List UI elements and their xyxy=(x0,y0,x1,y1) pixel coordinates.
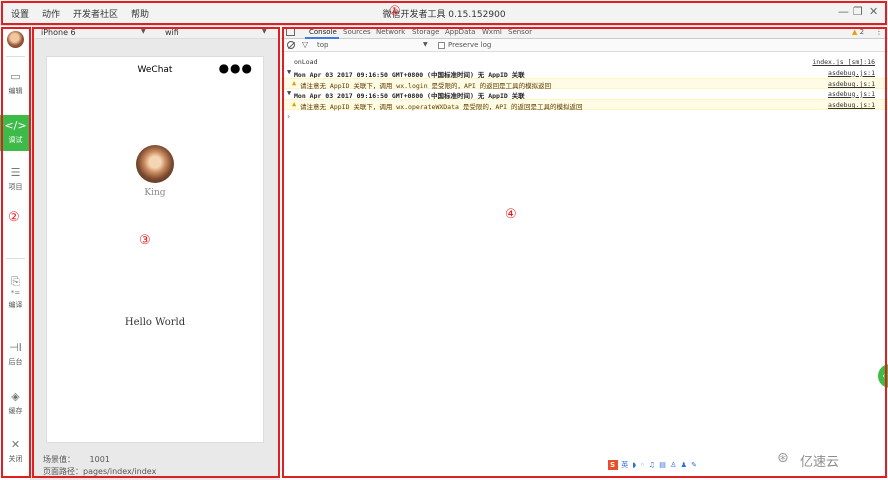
toolbar-project[interactable]: ☰ 项目 xyxy=(0,162,31,198)
toolbar-divider xyxy=(6,56,25,57)
toolbar-background[interactable]: ⊣I 后台 xyxy=(0,337,31,373)
simulator-info: 场景值： 1001 页面路径：pages/index/index xyxy=(43,454,156,478)
annotation-marker-3: ③ xyxy=(139,233,151,248)
console-source-link[interactable]: asdebug.js:1 xyxy=(828,90,875,98)
toolbar-close[interactable]: ✕ 关闭 xyxy=(0,434,31,470)
preserve-log-checkbox[interactable] xyxy=(438,42,445,49)
annotation-marker-2: ② xyxy=(8,210,20,225)
simulator-topbar: iPhone 6 ▼ wifi ▼ xyxy=(31,26,280,39)
watermark-text: 亿速云 xyxy=(800,455,840,470)
close-icon: ✕ xyxy=(10,438,21,451)
menu-icon: ☰ xyxy=(10,166,21,179)
console-message: Mon Apr 03 2017 09:16:50 GMT+0800 (中国标准时… xyxy=(294,70,525,79)
chevron-down-icon[interactable]: ▼ xyxy=(262,28,267,35)
console-row[interactable]: ▼ Mon Apr 03 2017 09:16:50 GMT+0800 (中国标… xyxy=(281,89,888,100)
warning-icon: ▲ xyxy=(292,79,297,87)
device-select[interactable]: iPhone 6 xyxy=(41,28,76,37)
toolbar-debug-label: 调试 xyxy=(8,136,23,144)
expand-triangle-icon[interactable]: ▼ xyxy=(287,89,291,97)
filter-icon[interactable]: ▽ xyxy=(302,40,308,49)
simulator-panel: iPhone 6 ▼ wifi ▼ WeChat ●●● King Hello … xyxy=(31,26,280,480)
preserve-log-label: Preserve log xyxy=(448,41,492,49)
context-select[interactable]: top xyxy=(317,41,328,49)
tab-sources[interactable]: Sources xyxy=(343,28,371,36)
tab-sensor[interactable]: Sensor xyxy=(508,28,532,36)
toolbar-cache[interactable]: ◈ 缓存 xyxy=(0,386,31,422)
warning-counter[interactable]: ▲ 2 xyxy=(852,28,864,36)
console-message: onLoad xyxy=(294,58,318,66)
chevron-down-icon[interactable]: ▼ xyxy=(141,28,146,35)
toolbar-cache-label: 缓存 xyxy=(8,407,23,415)
restore-icon[interactable]: ❐ xyxy=(853,5,863,18)
tab-storage[interactable]: Storage xyxy=(412,28,439,36)
title-bar: 设置 动作 开发者社区 帮助 微信开发者工具 0.15.152900 — ❐ ✕ xyxy=(0,0,888,26)
toolbar-edit-label: 编辑 xyxy=(8,87,23,95)
ime-tools[interactable]: 英 ◗ ◦ ♫ ▤ ♙ ♟ ✎ xyxy=(621,461,698,469)
toolbar-edit[interactable]: ▭ 编辑 xyxy=(0,66,31,102)
toolbar-compile[interactable]: ⎘ *= 编译 xyxy=(0,271,31,315)
path-line: 页面路径：pages/index/index xyxy=(43,466,156,478)
warning-icon: ▲ xyxy=(852,28,858,36)
console-row: ▲ 请注意无 AppID 关联下，调用 wx.login 是受限的，API 的返… xyxy=(281,78,888,90)
path-value: pages/index/index xyxy=(83,467,157,476)
phone-screen: WeChat ●●● King Hello World xyxy=(46,56,264,443)
left-toolbar: ▭ 编辑 </> 调试 ☰ 项目 ⎘ *= 编译 ⊣I 后台 ◈ 缓存 ✕ 关闭 xyxy=(0,26,31,480)
chevron-down-icon[interactable]: ▼ xyxy=(423,41,428,48)
toolbar-compile-label: 编译 xyxy=(8,301,23,309)
toolbar-background-label: 后台 xyxy=(8,358,23,366)
toolbar-project-label: 项目 xyxy=(8,183,23,191)
toolbar-debug[interactable]: </> 调试 xyxy=(0,115,31,151)
inspect-icon[interactable] xyxy=(286,28,295,36)
more-icon[interactable]: ●●● xyxy=(219,61,253,75)
tab-wxml[interactable]: Wxml xyxy=(482,28,502,36)
compile-mode-icon[interactable]: *= xyxy=(0,289,31,298)
console-source-link[interactable]: asdebug.js:1 xyxy=(828,80,875,88)
console-source-link[interactable]: index.js [sm]:16 xyxy=(812,58,875,66)
compile-icon: ⎘ xyxy=(11,275,20,288)
more-vertical-icon[interactable]: ⋮ xyxy=(875,27,883,36)
console-filter-bar: ▽ top ▼ Preserve log xyxy=(281,39,888,52)
warning-count: 2 xyxy=(859,28,865,36)
console-row[interactable]: ▼ Mon Apr 03 2017 09:16:50 GMT+0800 (中国标… xyxy=(281,68,888,79)
devtools-panel: Console Sources Network Storage AppData … xyxy=(281,26,888,480)
app-title: 微信开发者工具 0.15.152900 xyxy=(382,10,506,20)
console-source-link[interactable]: asdebug.js:1 xyxy=(828,69,875,77)
close-window-icon[interactable]: ✕ xyxy=(869,5,878,18)
scene-label: 场景值： xyxy=(43,455,75,464)
annotation-marker-4: ④ xyxy=(505,207,517,222)
console-source-link[interactable]: asdebug.js:1 xyxy=(828,101,875,109)
code-icon: </> xyxy=(4,119,27,132)
ime-toolbar: S 英 ◗ ◦ ♫ ▤ ♙ ♟ ✎ xyxy=(608,460,704,471)
edit-icon: ▭ xyxy=(10,70,21,83)
hello-text: Hello World xyxy=(124,317,186,328)
account-avatar[interactable] xyxy=(7,31,24,48)
console-prompt[interactable]: › xyxy=(287,112,290,121)
console-message: 请注意无 AppID 关联下，调用 wx.operateWXData 是受限的，… xyxy=(300,103,583,111)
expand-triangle-icon[interactable]: ▼ xyxy=(287,68,291,76)
warning-icon: ▲ xyxy=(292,100,297,108)
devtools-tabbar: Console Sources Network Storage AppData … xyxy=(281,26,888,39)
user-avatar[interactable] xyxy=(136,145,174,183)
console-row: ▲ 请注意无 AppID 关联下，调用 wx.operateWXData 是受限… xyxy=(281,99,888,111)
console-row: onLoad index.js [sm]:16 xyxy=(281,57,888,68)
console-message: Mon Apr 03 2017 09:16:50 GMT+0800 (中国标准时… xyxy=(294,91,525,100)
annotation-marker-1: ① xyxy=(389,4,401,19)
sogou-ime-icon[interactable]: S xyxy=(608,460,618,470)
clear-console-icon[interactable] xyxy=(287,41,295,49)
tab-console[interactable]: Console xyxy=(309,28,337,36)
user-nickname: King xyxy=(144,188,166,198)
path-label: 页面路径： xyxy=(43,467,83,476)
tab-appdata[interactable]: AppData xyxy=(445,28,475,36)
background-icon: ⊣I xyxy=(9,341,22,354)
layers-icon: ◈ xyxy=(11,390,20,403)
scene-line: 场景值： 1001 xyxy=(43,454,156,466)
toolbar-close-label: 关闭 xyxy=(8,455,23,463)
toolbar-divider xyxy=(6,258,25,259)
scene-value: 1001 xyxy=(89,455,110,464)
watermark-logo-icon: ⊛ xyxy=(777,450,789,466)
tab-network[interactable]: Network xyxy=(376,28,405,36)
console-output: onLoad index.js [sm]:16 ▼ Mon Apr 03 201… xyxy=(281,57,888,111)
network-select[interactable]: wifi xyxy=(165,28,179,37)
minimize-icon[interactable]: — xyxy=(838,5,849,18)
